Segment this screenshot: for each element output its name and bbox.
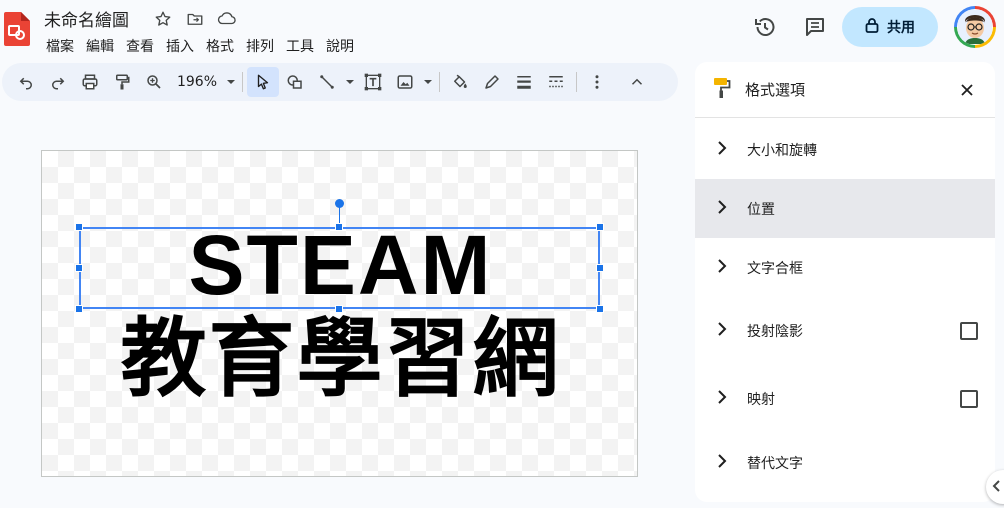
chevron-right-icon xyxy=(717,199,727,219)
menu-insert[interactable]: 插入 xyxy=(160,34,200,58)
resize-handle[interactable] xyxy=(596,264,604,272)
panel-title: 格式選項 xyxy=(745,81,806,99)
resize-handle[interactable] xyxy=(75,223,83,231)
more-options-icon[interactable] xyxy=(581,67,613,97)
resize-handle[interactable] xyxy=(335,305,343,313)
section-text-fitting[interactable]: 文字合框 xyxy=(695,238,995,298)
paint-roller-icon xyxy=(713,77,731,103)
toolbar-divider xyxy=(242,72,243,92)
line-icon[interactable] xyxy=(311,67,343,97)
reflection-checkbox[interactable] xyxy=(960,390,978,408)
format-options-panel: 格式選項 大小和旋轉 位置 文字合框 投射陰影 映射 替代文字 xyxy=(695,62,995,502)
section-alt-text[interactable]: 替代文字 xyxy=(695,434,995,492)
select-cursor-icon[interactable] xyxy=(247,67,279,97)
section-label: 投射陰影 xyxy=(747,324,803,340)
zoom-dropdown-icon[interactable] xyxy=(224,67,238,97)
section-position[interactable]: 位置 xyxy=(695,179,995,238)
version-history-icon[interactable] xyxy=(750,12,780,42)
chevron-left-icon xyxy=(992,478,1002,497)
border-dash-icon[interactable] xyxy=(540,67,572,97)
undo-icon[interactable] xyxy=(10,67,42,97)
section-label: 替代文字 xyxy=(747,456,803,472)
collapse-toolbar-icon[interactable] xyxy=(621,67,653,97)
toolbar-divider xyxy=(576,72,577,92)
chevron-right-icon xyxy=(717,453,727,473)
fill-color-icon[interactable] xyxy=(444,67,476,97)
star-icon[interactable] xyxy=(152,8,174,30)
section-label: 映射 xyxy=(747,392,775,408)
resize-handle[interactable] xyxy=(75,264,83,272)
image-dropdown-icon[interactable] xyxy=(421,67,435,97)
section-size-rotation[interactable]: 大小和旋轉 xyxy=(695,121,995,179)
section-reflection[interactable]: 映射 xyxy=(695,364,995,434)
chevron-right-icon xyxy=(717,321,727,341)
resize-handle[interactable] xyxy=(596,305,604,313)
move-folder-icon[interactable] xyxy=(184,8,206,30)
menu-edit[interactable]: 編輯 xyxy=(80,34,120,58)
menu-view[interactable]: 查看 xyxy=(120,34,160,58)
border-weight-icon[interactable] xyxy=(508,67,540,97)
document-title[interactable]: 未命名繪圖 xyxy=(44,6,129,31)
chevron-right-icon xyxy=(717,140,727,160)
line-dropdown-icon[interactable] xyxy=(343,67,357,97)
zoom-level[interactable]: 196% xyxy=(170,74,224,90)
comments-icon[interactable] xyxy=(800,12,830,42)
menu-file[interactable]: 檔案 xyxy=(40,34,80,58)
menu-bar: 檔案 編輯 查看 插入 格式 排列 工具 說明 xyxy=(40,34,360,58)
share-button[interactable]: 共用 xyxy=(842,7,938,47)
shape-icon[interactable] xyxy=(279,67,311,97)
menu-tools[interactable]: 工具 xyxy=(280,34,320,58)
menu-help[interactable]: 說明 xyxy=(320,34,360,58)
drawings-app-icon[interactable] xyxy=(4,12,30,46)
selection-box[interactable] xyxy=(79,227,600,309)
print-icon[interactable] xyxy=(74,67,106,97)
chevron-right-icon xyxy=(717,389,727,409)
chinese-title-text[interactable]: 教育學習網 xyxy=(42,314,637,404)
share-label: 共用 xyxy=(887,20,915,36)
section-label: 大小和旋轉 xyxy=(747,143,817,159)
resize-handle[interactable] xyxy=(335,223,343,231)
menu-format[interactable]: 格式 xyxy=(200,34,240,58)
image-icon[interactable] xyxy=(389,67,421,97)
chevron-right-icon xyxy=(717,258,727,278)
panel-header: 格式選項 xyxy=(695,62,995,118)
paint-format-icon[interactable] xyxy=(106,67,138,97)
toolbar: 196% xyxy=(2,63,678,101)
zoom-icon[interactable] xyxy=(138,67,170,97)
menu-arrange[interactable]: 排列 xyxy=(240,34,280,58)
text-box-icon[interactable] xyxy=(357,67,389,97)
lock-icon xyxy=(865,17,879,37)
resize-handle[interactable] xyxy=(75,305,83,313)
cloud-saved-icon[interactable] xyxy=(216,8,238,30)
section-label: 位置 xyxy=(747,201,775,218)
resize-handle[interactable] xyxy=(596,223,604,231)
section-drop-shadow[interactable]: 投射陰影 xyxy=(695,298,995,364)
drop-shadow-checkbox[interactable] xyxy=(960,322,978,340)
rotation-handle[interactable] xyxy=(335,199,344,208)
account-avatar[interactable] xyxy=(954,6,996,48)
toolbar-divider xyxy=(439,72,440,92)
redo-icon[interactable] xyxy=(42,67,74,97)
border-color-icon[interactable] xyxy=(476,67,508,97)
section-label: 文字合框 xyxy=(747,261,803,277)
close-icon[interactable] xyxy=(947,70,987,110)
